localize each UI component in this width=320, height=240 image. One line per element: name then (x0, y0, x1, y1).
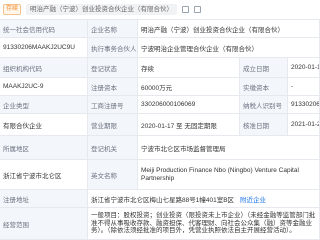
nearby-companies-link[interactable]: 附近企业 (240, 194, 266, 204)
english-name-label: 英文名称 (88, 160, 138, 190)
founded-value: 2020-01-17 (288, 58, 320, 78)
approved-date-value: 2021-01-29 (288, 114, 320, 136)
region-value: 浙江省宁波市北仑区 (0, 160, 88, 190)
reg-no-value: 330206000106069 (138, 96, 240, 114)
address-cell: 浙江省宁波市北仑区梅山七星路88号1幢401室B区 附近企业 (88, 190, 320, 208)
term-label: 营业期限 (88, 114, 138, 136)
approved-date-label: 核准日期 (240, 114, 288, 136)
company-header: 存续 明治产融（宁波）创业投资合伙企业（有限合伙） (0, 0, 320, 20)
status-badge: 存续 (3, 4, 22, 15)
scope-label: 经营范围 (0, 208, 88, 240)
address-label: 注册地址 (0, 190, 88, 208)
term-value: 2020-01-17 至 无固定期限 (138, 114, 240, 136)
org-code-label: 组织机构代码 (0, 58, 88, 78)
company-type-value: 有限合伙企业 (0, 114, 88, 136)
partner-value[interactable]: 宁波明治企业管理合伙企业（有限合伙） (138, 38, 320, 58)
share-icon[interactable] (194, 6, 202, 13)
company-name: 明治产融（宁波）创业投资合伙企业（有限合伙） (26, 4, 178, 15)
business-info-table: 存续 明治产融（宁波）创业投资合伙企业（有限合伙） 统一社会信用代码 企业名称 … (0, 0, 320, 240)
authority-label: 登记机关 (88, 136, 138, 160)
paid-capital-value: - (288, 78, 320, 96)
name-value: 明治产融（宁波）创业投资合伙企业（有限合伙） (138, 20, 320, 38)
credit-code-label: 统一社会信用代码 (0, 20, 88, 38)
address-value: 浙江省宁波市北仑区梅山七星路88号1幢401室B区 (91, 196, 235, 204)
region-label: 所属地区 (0, 136, 88, 160)
capital-label: 注册资本 (88, 78, 138, 96)
scope-value: 一般项目：股权投资；创业投资（限投资未上市企业）（未经金融等监管部门批准不得从事… (88, 208, 320, 240)
tax-id-value: 91330206MAAKJ2UC9U (288, 96, 320, 114)
reg-no-label: 工商注册号 (88, 96, 138, 114)
copy-icon[interactable] (182, 6, 190, 13)
name-label: 企业名称 (88, 20, 138, 38)
tax-id-label: 纳税人识别号 (240, 96, 288, 114)
partner-label: 执行事务合伙人 (88, 38, 138, 58)
founded-label: 成立日期 (240, 58, 288, 78)
company-type-label: 企业类型 (0, 96, 88, 114)
status-label: 登记状态 (88, 58, 138, 78)
capital-value: 60000万元 (138, 78, 240, 96)
paid-capital-label: 实缴资本 (240, 78, 288, 96)
english-name-value: Meiji Production Finance Nbo (Ningbo) Ve… (138, 160, 320, 190)
credit-code-value: 91330206MAAKJ2UC9U (0, 38, 88, 58)
org-code-value: MAAKJ2UC-9 (0, 78, 88, 96)
authority-value: 宁波市北仑区市场监督管理局 (138, 136, 320, 160)
status-value: 存续 (138, 58, 240, 78)
